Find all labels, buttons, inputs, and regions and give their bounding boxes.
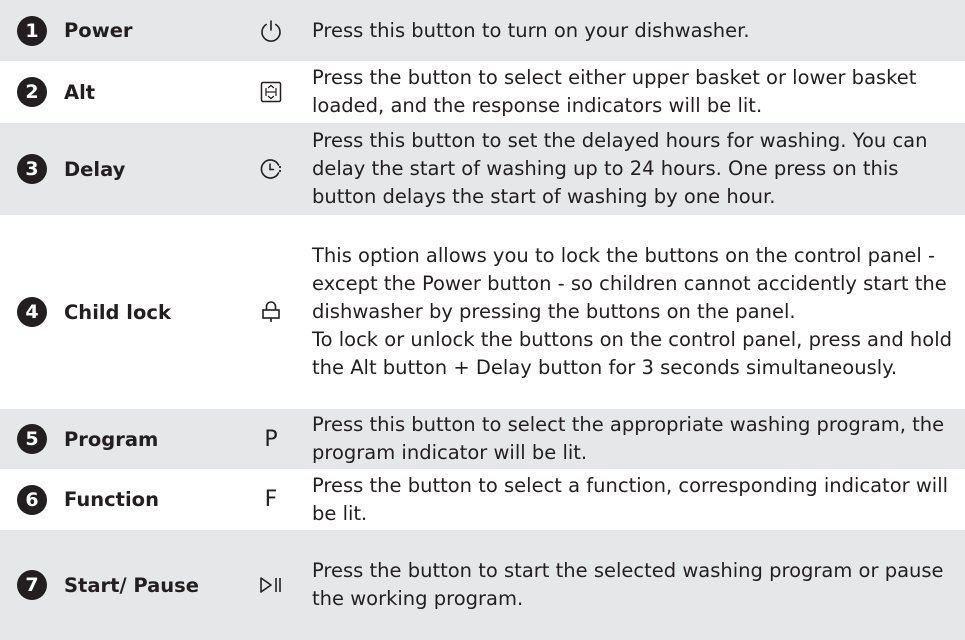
row-number-cell: 3 <box>0 123 64 215</box>
button-name: Alt <box>64 80 96 104</box>
description-text: This option allows you to lock the butto… <box>312 244 947 323</box>
table-row: 1 Power Press this button to turn on you… <box>0 0 965 61</box>
description-text: Press the button to select either upper … <box>312 66 917 117</box>
button-name: Start/ Pause <box>64 573 200 597</box>
description-text: Press this button to set the delayed hou… <box>312 129 928 208</box>
table-row: 3 Delay Press this button to set the del… <box>0 123 965 215</box>
description-text: Press the button to select a function, c… <box>312 473 949 525</box>
icon-cell: F <box>236 469 306 530</box>
row-number-badge: 2 <box>17 77 47 107</box>
row-number-badge: 6 <box>17 484 47 515</box>
lock-icon <box>262 301 280 322</box>
icon-cell <box>236 0 306 61</box>
row-number-cell: 4 <box>0 215 64 409</box>
row-number-cell: 1 <box>0 0 64 61</box>
row-number-badge: 5 <box>17 424 47 454</box>
row-number-cell: 2 <box>0 61 64 123</box>
description: Press the button to select a function, c… <box>306 469 965 530</box>
button-name: Function <box>64 488 159 511</box>
table-row: 5 Program P Press this button to select … <box>0 409 965 469</box>
row-number-badge: 4 <box>17 297 47 327</box>
power-icon <box>261 19 281 42</box>
row-number-badge: 1 <box>17 15 47 46</box>
description: Press this button to turn on your dishwa… <box>306 0 965 61</box>
table-row: 6 Function F Press the button to select … <box>0 469 965 530</box>
table-row: 7 Start/ Pause Press the button to start… <box>0 530 965 640</box>
control-panel-table: 1 Power Press this button to turn on you… <box>0 0 965 640</box>
description: Press this button to select the appropri… <box>306 409 965 469</box>
description-text: Press the button to start the selected w… <box>312 559 944 610</box>
icon-cell <box>236 61 306 123</box>
button-name: Child lock <box>64 300 171 324</box>
description: Press this button to set the delayed hou… <box>306 123 965 215</box>
description-text: Press this button to turn on your dishwa… <box>312 18 750 42</box>
button-name: Delay <box>64 157 126 181</box>
row-number-badge: 3 <box>17 154 47 184</box>
table-row: 2 Alt Press the button to select either … <box>0 61 965 123</box>
button-name: Program <box>64 427 159 451</box>
function-icon: F <box>264 487 278 512</box>
description: Press the button to select either upper … <box>306 61 965 123</box>
icon-cell <box>236 215 306 409</box>
basket-select-icon <box>260 81 282 103</box>
row-number-cell: 6 <box>0 469 64 530</box>
description: This option allows you to lock the butto… <box>306 215 965 409</box>
table-row: 4 Child lock This option allows you to l… <box>0 215 965 409</box>
play-pause-icon <box>260 577 281 593</box>
icon-cell: P <box>236 409 306 469</box>
delay-clock-icon <box>260 159 282 179</box>
button-name: Power <box>64 19 133 42</box>
program-icon: P <box>264 426 278 452</box>
description-text: Press this button to select the appropri… <box>312 413 945 464</box>
icon-cell <box>236 123 306 215</box>
row-number-cell: 5 <box>0 409 64 469</box>
description-text-2: To lock or unlock the buttons on the con… <box>312 328 953 379</box>
icon-cell <box>236 530 306 640</box>
row-number-cell: 7 <box>0 530 64 640</box>
description: Press the button to start the selected w… <box>306 530 965 640</box>
row-number-badge: 7 <box>17 570 47 600</box>
